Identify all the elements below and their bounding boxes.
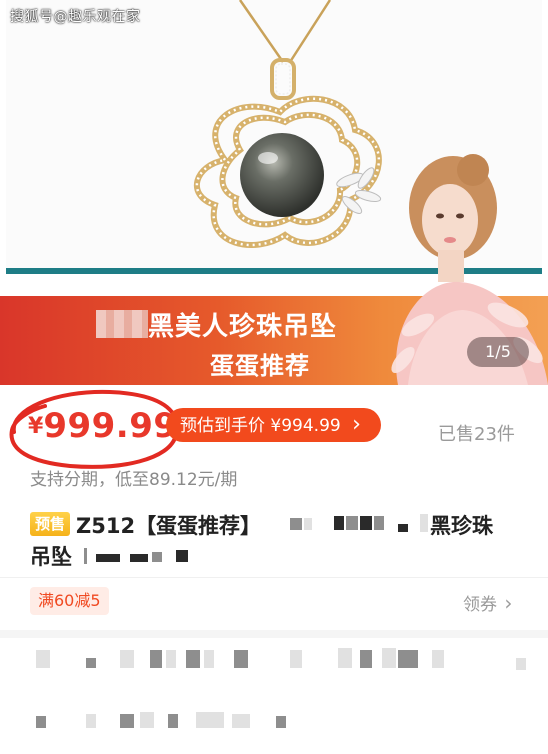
- estimated-price-button[interactable]: 预估到手价 ¥994.99 ›: [166, 408, 381, 442]
- mosaic-redaction: [374, 516, 384, 530]
- product-title-line2: 吊坠: [30, 545, 72, 569]
- mosaic-redaction: [346, 516, 358, 530]
- mosaic-redaction: [96, 554, 120, 562]
- mosaic-redaction: [150, 650, 162, 668]
- mosaic-redaction: [290, 518, 302, 530]
- mosaic-redaction: [234, 650, 248, 668]
- discount-tag: 满60减5: [30, 587, 109, 615]
- presale-badge: 预售: [30, 512, 70, 536]
- product-title-end: 黑珍珠: [430, 514, 493, 538]
- mosaic-redaction: [166, 650, 176, 668]
- mosaic-redaction: [382, 648, 396, 668]
- mosaic-redaction: [86, 658, 96, 668]
- mosaic-redaction: [360, 516, 372, 530]
- mosaic-redaction: [204, 650, 214, 668]
- mosaic-redaction: [432, 650, 444, 668]
- mosaic-redaction: [176, 550, 188, 562]
- mosaic-redaction: [84, 548, 87, 564]
- product-title: Z512【蛋蛋推荐】: [76, 514, 262, 538]
- price-amount: 999.99: [43, 406, 178, 446]
- divider: [0, 577, 548, 578]
- mosaic-redaction: [36, 716, 46, 728]
- mosaic-redaction: [516, 658, 526, 670]
- mosaic-redaction: [360, 650, 372, 668]
- sold-count: 已售23件: [438, 424, 515, 445]
- section-gap: [0, 630, 548, 638]
- watermark: 搜狐号@趣乐观在家: [10, 9, 141, 25]
- mosaic-redaction: [186, 650, 200, 668]
- mosaic-redaction: [152, 552, 162, 562]
- mosaic-redaction: [232, 714, 250, 728]
- mosaic-redaction: [168, 714, 178, 728]
- mosaic-redaction: [130, 554, 148, 562]
- mosaic-redaction: [420, 514, 428, 532]
- mosaic-redaction: [196, 712, 224, 728]
- mosaic-redaction: [398, 650, 418, 668]
- banner-subtitle: 蛋蛋推荐: [210, 352, 310, 380]
- mosaic-redaction: [140, 712, 154, 728]
- mosaic-redaction: [276, 716, 286, 728]
- installment-info[interactable]: 支持分期，低至89.12元/期: [30, 465, 237, 490]
- mosaic-redaction: [96, 310, 148, 338]
- mosaic-redaction: [304, 518, 312, 530]
- mosaic-redaction: [334, 516, 344, 530]
- claim-coupon-label: 领券: [463, 595, 497, 615]
- mosaic-redaction: [120, 714, 134, 728]
- mosaic-redaction: [398, 524, 408, 532]
- claim-coupon-link[interactable]: 领券 ›: [463, 590, 512, 615]
- estimated-price-text: 预估到手价 ¥994.99: [180, 416, 341, 436]
- mosaic-redaction: [290, 650, 302, 668]
- mosaic-redaction: [36, 650, 50, 668]
- price: ¥999.99: [28, 406, 178, 446]
- currency-symbol: ¥: [28, 414, 44, 439]
- mosaic-redaction: [338, 648, 352, 668]
- chevron-right-icon: ›: [352, 412, 361, 437]
- product-gallery[interactable]: 搜狐号@趣乐观在家 黑美人珍珠吊坠 蛋蛋推荐 1/5: [0, 0, 548, 385]
- mosaic-redaction: [86, 714, 96, 728]
- gallery-page-indicator: 1/5: [467, 337, 529, 367]
- banner-title: 黑美人珍珠吊坠: [148, 312, 338, 342]
- mosaic-redaction: [120, 650, 134, 668]
- chevron-right-icon: ›: [504, 591, 513, 615]
